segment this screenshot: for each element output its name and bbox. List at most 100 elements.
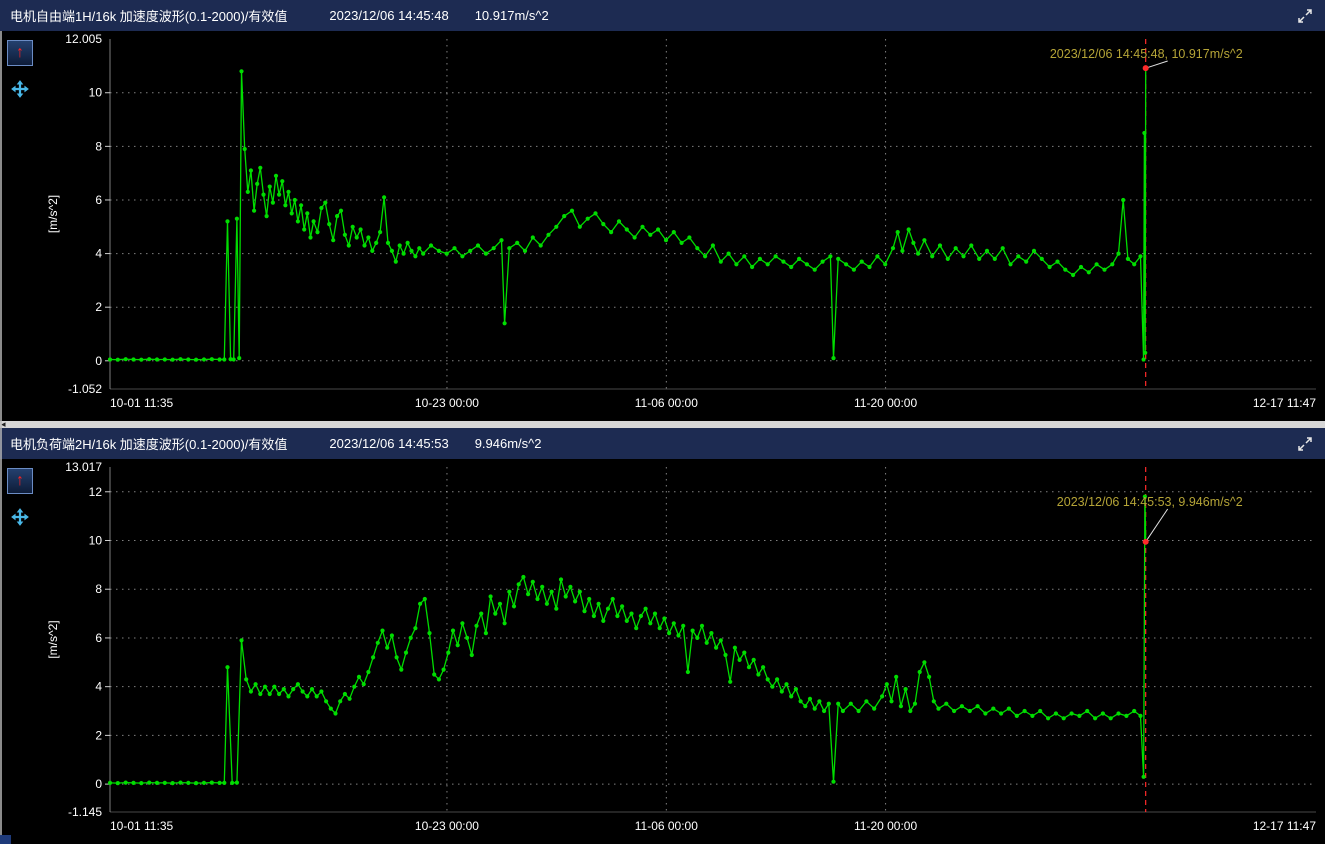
- data-point: [139, 358, 143, 362]
- data-point: [409, 249, 413, 253]
- data-point: [451, 629, 455, 633]
- data-point: [263, 685, 267, 689]
- data-point: [171, 358, 175, 362]
- data-point: [535, 597, 539, 601]
- data-point: [329, 707, 333, 711]
- data-point: [728, 680, 732, 684]
- data-point: [446, 651, 450, 655]
- data-point: [918, 670, 922, 674]
- red-arrow-icon: ↑: [16, 473, 24, 489]
- data-point: [676, 633, 680, 637]
- data-point: [186, 781, 190, 785]
- data-point: [687, 235, 691, 239]
- data-point: [239, 69, 243, 73]
- x-tick-label: 10-01 11:35: [110, 396, 173, 410]
- y-tick-label: 10: [89, 533, 103, 547]
- data-point: [695, 246, 699, 250]
- panel-1-header: 电机自由端1H/16k 加速度波形(0.1-2000)/有效值 2023/12/…: [0, 0, 1325, 31]
- x-tick-label: 11-06 00:00: [635, 819, 698, 833]
- data-point: [633, 235, 637, 239]
- splitter-collapse-icon[interactable]: ◂: [1, 419, 6, 429]
- data-point: [695, 636, 699, 640]
- data-point: [418, 602, 422, 606]
- data-point: [492, 246, 496, 250]
- data-point: [1040, 257, 1044, 261]
- trend-chart-1[interactable]: 108642012.005-1.05210-01 11:3510-23 00:0…: [0, 31, 1325, 421]
- expand-button[interactable]: [1295, 6, 1315, 26]
- data-point: [437, 677, 441, 681]
- cursor-tool-button[interactable]: ↑: [7, 468, 33, 494]
- data-point: [789, 265, 793, 269]
- data-point: [844, 262, 848, 266]
- cursor-datetime: 2023/12/06 14:45:53: [329, 436, 448, 451]
- data-point: [277, 193, 281, 197]
- data-point: [1085, 709, 1089, 713]
- data-point: [774, 254, 778, 258]
- data-point: [723, 653, 727, 657]
- data-point: [235, 217, 239, 221]
- data-point: [421, 252, 425, 256]
- data-point: [124, 781, 128, 785]
- data-point: [554, 225, 558, 229]
- data-point: [656, 227, 660, 231]
- trend-chart-2[interactable]: 12108642013.017-1.14510-01 11:3510-23 00…: [0, 459, 1325, 844]
- data-point: [261, 193, 265, 197]
- data-point: [305, 211, 309, 215]
- expand-button[interactable]: [1295, 434, 1315, 454]
- data-point: [999, 711, 1003, 715]
- cursor-tool-button[interactable]: ↑: [7, 40, 33, 66]
- data-point: [186, 357, 190, 361]
- data-point: [681, 624, 685, 628]
- data-point: [640, 225, 644, 229]
- data-point: [672, 621, 676, 625]
- data-point: [286, 694, 290, 698]
- cursor-annotation: 2023/12/06 14:45:48, 10.917m/s^2: [1050, 47, 1243, 61]
- chart-area-1: ↑ 108642012.005-1.05210-01 11:3510-23 00…: [0, 31, 1325, 421]
- data-point: [578, 225, 582, 229]
- data-point: [531, 235, 535, 239]
- data-point: [1048, 265, 1052, 269]
- data-point: [296, 682, 300, 686]
- data-point: [290, 211, 294, 215]
- y-tick-label: 8: [95, 582, 102, 596]
- data-point: [268, 692, 272, 696]
- data-point: [244, 677, 248, 681]
- data-point: [977, 257, 981, 261]
- data-point: [301, 689, 305, 693]
- vibration-trend-monitor: 电机自由端1H/16k 加速度波形(0.1-2000)/有效值 2023/12/…: [0, 0, 1325, 844]
- data-point: [634, 626, 638, 630]
- data-point: [437, 249, 441, 253]
- cursor-datetime: 2023/12/06 14:45:48: [329, 8, 448, 23]
- data-point: [319, 689, 323, 693]
- data-point: [1142, 357, 1146, 361]
- data-point: [883, 262, 887, 266]
- y-tick-label: 10: [89, 86, 103, 100]
- data-point: [727, 252, 731, 256]
- data-point: [413, 626, 417, 630]
- expand-icon: [1296, 435, 1314, 453]
- data-point: [249, 168, 253, 172]
- data-point: [355, 235, 359, 239]
- data-point: [255, 182, 259, 186]
- data-point: [359, 227, 363, 231]
- data-point: [794, 687, 798, 691]
- data-point: [562, 214, 566, 218]
- data-point: [280, 179, 284, 183]
- data-point: [286, 190, 290, 194]
- red-arrow-icon: ↑: [16, 45, 24, 61]
- data-point: [1008, 262, 1012, 266]
- pan-tool-button[interactable]: [10, 507, 30, 527]
- data-point: [1007, 707, 1011, 711]
- data-point: [836, 702, 840, 706]
- annotation-leader-line: [1146, 61, 1168, 68]
- panel-splitter[interactable]: ◂: [0, 421, 1325, 428]
- data-point: [1121, 198, 1125, 202]
- data-point: [615, 614, 619, 618]
- data-point: [362, 243, 366, 247]
- pan-tool-button[interactable]: [10, 79, 30, 99]
- cursor-readout: 9.946m/s^2: [475, 436, 542, 451]
- data-point: [1087, 270, 1091, 274]
- data-point: [639, 614, 643, 618]
- data-point: [766, 262, 770, 266]
- data-point: [371, 655, 375, 659]
